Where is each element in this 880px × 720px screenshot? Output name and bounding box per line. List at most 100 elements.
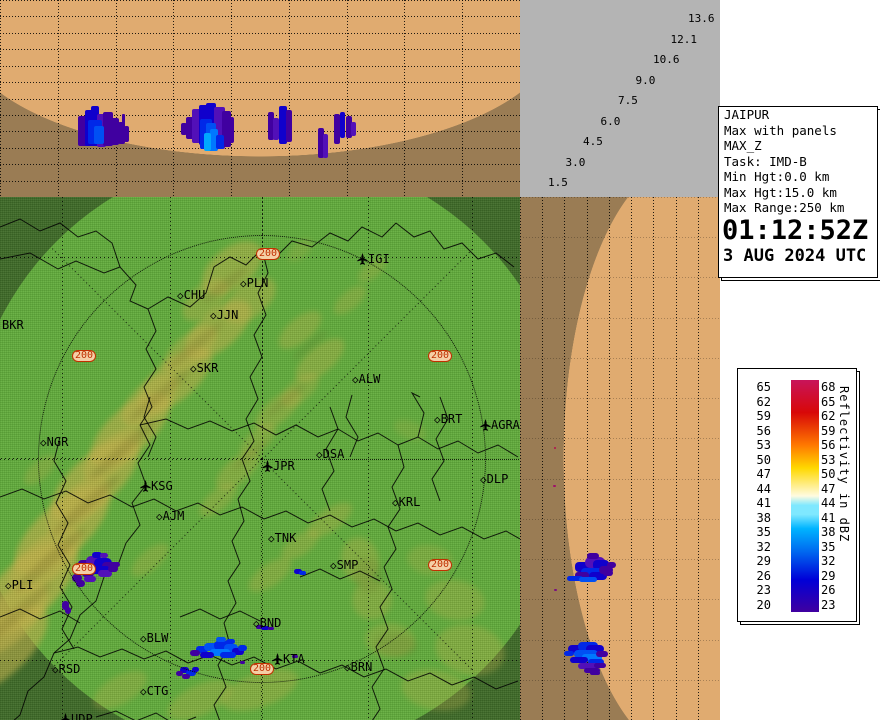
range-ring-tag: 200 <box>72 350 97 362</box>
ew-gridline-vertical <box>462 0 463 197</box>
city-code: AJM <box>162 509 185 523</box>
legend-label-upper: 47 <box>821 481 836 496</box>
ppi-map-panel[interactable]: BKR ◇ CHU ◇ PLN ◇ JJN ◇ SKR IGI ◇ ALW ◇ BRT AGRA… <box>0 197 520 720</box>
legend-label-lower: 41 <box>756 496 771 510</box>
city-marker-icon: ◇ <box>240 277 247 290</box>
city-code: JJN <box>216 308 239 322</box>
city-label-kta: KTA <box>272 652 305 666</box>
ew-gridline-vertical <box>347 0 348 197</box>
range-ring-tag: 200 <box>250 663 275 675</box>
airport-icon <box>272 652 283 666</box>
border-line <box>0 608 81 624</box>
city-marker-icon: ◇ <box>210 309 217 322</box>
city-label-rsd: ◇ RSD <box>52 662 80 676</box>
legend-label-upper: 32 <box>821 554 836 568</box>
ew-gridline <box>0 131 520 132</box>
product-info-box: JAIPUR Max with panels MAX_Z Task: IMD-B… <box>718 106 878 278</box>
ns-gridline-horizontal <box>520 479 720 480</box>
ew-gridline-vertical <box>173 0 174 197</box>
city-label-bkr: BKR <box>2 318 24 332</box>
range-ring-tag: 200 <box>256 248 281 260</box>
radial-spoke <box>261 459 262 720</box>
city-code: SMP <box>336 558 359 572</box>
city-marker-icon: ◇ <box>253 617 260 630</box>
legend-label-upper: 38 <box>821 525 836 539</box>
height-label: 12.1 <box>670 32 698 46</box>
ns-gridline-horizontal <box>520 519 720 520</box>
ns-gridline-horizontal <box>520 197 720 198</box>
range-ring-tag: 200 <box>72 563 97 575</box>
ns-gridline-horizontal <box>520 237 720 238</box>
city-label-skr: ◇ SKR <box>190 361 218 375</box>
city-label-igi: IGI <box>357 252 390 266</box>
city-code: CTG <box>146 684 169 698</box>
city-code: NGR <box>46 435 69 449</box>
ew-gridline <box>0 99 520 100</box>
city-label-tnk: ◇ TNK <box>268 531 296 545</box>
min-height: Min Hgt:0.0 km <box>724 169 830 184</box>
ew-gridline-vertical <box>58 0 59 197</box>
airport-icon <box>140 479 151 493</box>
border-line <box>13 652 55 720</box>
city-code: SKR <box>196 361 219 375</box>
legend-label-lower: 26 <box>756 568 771 583</box>
city-code: CHU <box>183 288 206 302</box>
max-height: Max Hgt:15.0 km <box>724 184 837 200</box>
city-marker-icon: ◇ <box>140 685 147 698</box>
city-marker-icon: ◇ <box>352 373 359 386</box>
range-ring-tag: 200 <box>428 350 453 362</box>
city-label-dlp: ◇ DLP <box>480 472 508 486</box>
city-marker-icon: ◇ <box>434 413 441 426</box>
city-code: KSG <box>151 479 173 493</box>
ns-gridline <box>564 197 565 720</box>
city-code: JPR <box>273 459 295 473</box>
height-label: 7.5 <box>618 94 638 107</box>
city-code: AGRA <box>491 418 520 432</box>
legend-label-upper: 26 <box>821 583 836 597</box>
city-marker-icon: ◇ <box>480 473 487 486</box>
ns-gridline <box>631 197 632 720</box>
airport-icon <box>60 712 71 720</box>
ew-gridline-vertical <box>404 0 405 197</box>
city-label-ngr: ◇ NGR <box>40 435 68 449</box>
legend-label-upper: 56 <box>821 438 836 452</box>
city-label-ksg: KSG <box>140 479 173 493</box>
legend-label-lower: 38 <box>756 510 771 525</box>
city-label-pli: ◇ PLI <box>5 578 33 592</box>
city-code: PLI <box>11 578 34 592</box>
height-label: 3.0 <box>565 155 586 169</box>
city-marker-icon: ◇ <box>40 436 47 449</box>
legend-label-lower: 29 <box>756 554 771 568</box>
city-code: KRL <box>398 495 421 509</box>
scan-date: 3 AUG 2024 UTC <box>723 245 867 266</box>
ns-gridline-horizontal <box>520 599 720 600</box>
city-label-alw: ◇ ALW <box>352 372 380 386</box>
legend-label-upper: 41 <box>821 510 836 525</box>
height-label: 6.0 <box>600 114 621 128</box>
ew-gridline <box>0 49 520 50</box>
city-label-bnd: ◇ BND <box>253 616 281 630</box>
city-label-brn: ◇ BRN <box>344 660 372 674</box>
ew-gridline <box>0 115 520 116</box>
legend-label-lower: 32 <box>756 539 771 554</box>
height-label: 10.6 <box>653 53 680 66</box>
city-code: KTA <box>283 652 305 666</box>
city-code: UDP <box>71 712 93 720</box>
legend-color-bar <box>791 380 819 612</box>
range-ring-tag: 200 <box>428 559 453 571</box>
height-label: 1.5 <box>548 176 568 189</box>
city-code: DSA <box>322 447 345 461</box>
city-code: BND <box>259 616 282 630</box>
ew-gridline-vertical <box>0 0 1 197</box>
legend-label-upper: 44 <box>821 496 836 510</box>
legend-label-lower: 35 <box>756 525 771 539</box>
legend-label-upper: 23 <box>821 597 836 612</box>
ns-gridline <box>520 197 521 720</box>
city-code: ALW <box>358 372 381 386</box>
radial-spoke <box>262 459 520 460</box>
ew-gridline-vertical <box>116 0 117 197</box>
legend-axis-title: Reflectivity in dBZ <box>837 386 851 543</box>
legend-label-lower: 65 <box>756 380 771 394</box>
ns-gridline-horizontal <box>520 398 720 399</box>
city-label-brt: ◇ BRT <box>434 412 462 426</box>
